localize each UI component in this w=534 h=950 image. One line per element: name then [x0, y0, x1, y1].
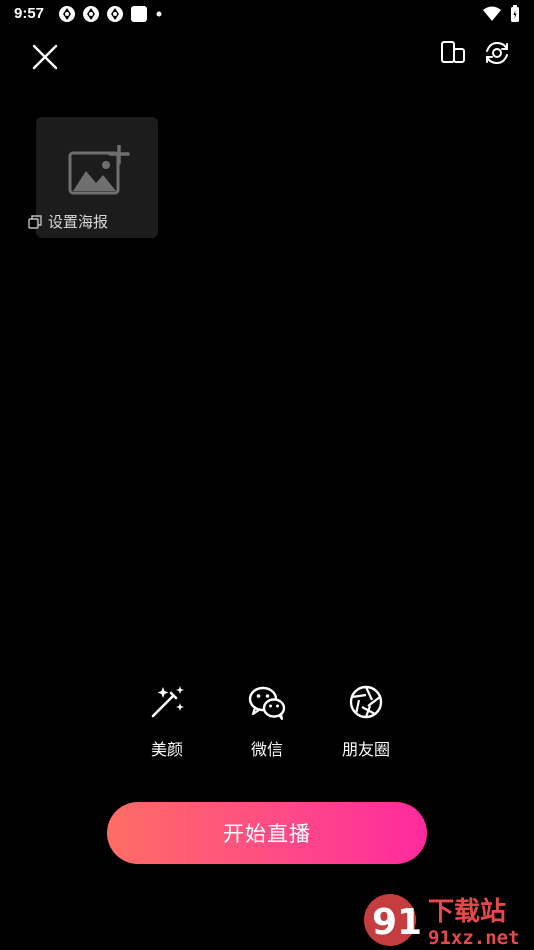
wechat-option[interactable]: 微信 [227, 682, 307, 760]
start-live-button[interactable]: 开始直播 [107, 802, 427, 864]
watermark-logo: 91 下载站 91xz.net [364, 894, 520, 949]
wechat-option-label: 微信 [250, 740, 283, 759]
beauty-option-label: 美颜 [150, 740, 183, 759]
screen-orientation-icon [441, 41, 465, 63]
aperture-notification-icon [83, 6, 99, 22]
aperture-notification-icon [107, 6, 123, 22]
screen-orientation-button[interactable] [438, 38, 468, 68]
notification-icons [58, 5, 164, 23]
magic-wand-icon [151, 686, 184, 718]
start-live-label: 开始直播 [223, 823, 311, 846]
battery-icon [511, 5, 519, 22]
status-bar: 9:57 [0, 0, 534, 28]
moments-option[interactable]: 朋友圈 [326, 682, 406, 760]
share-options: 美颜 微信 朋友圈 [0, 682, 534, 772]
close-button[interactable] [28, 40, 62, 74]
svg-text:91: 91 [372, 902, 422, 943]
square-notification-icon [131, 6, 147, 22]
status-time: 9:57 [14, 5, 45, 22]
close-icon [32, 44, 58, 70]
system-icons [482, 5, 520, 23]
watermark-url: 91xz.net [428, 927, 520, 949]
moments-option-label: 朋友圈 [341, 740, 390, 759]
wifi-icon [483, 6, 501, 21]
dot-icon [156, 11, 162, 17]
aperture-notification-icon [59, 6, 75, 22]
copy-icon [28, 214, 42, 229]
add-image-icon [68, 145, 130, 195]
moments-shutter-icon [349, 685, 383, 719]
flip-camera-icon [486, 41, 508, 65]
wechat-icon [248, 686, 286, 720]
set-poster-label: 设置海报 [48, 213, 109, 231]
watermark-title: 下载站 [428, 897, 506, 927]
beauty-option[interactable]: 美颜 [127, 682, 207, 760]
set-poster-label-row: 设置海报 [28, 211, 108, 232]
top-right-controls [438, 38, 512, 68]
flip-camera-button[interactable] [482, 38, 512, 68]
